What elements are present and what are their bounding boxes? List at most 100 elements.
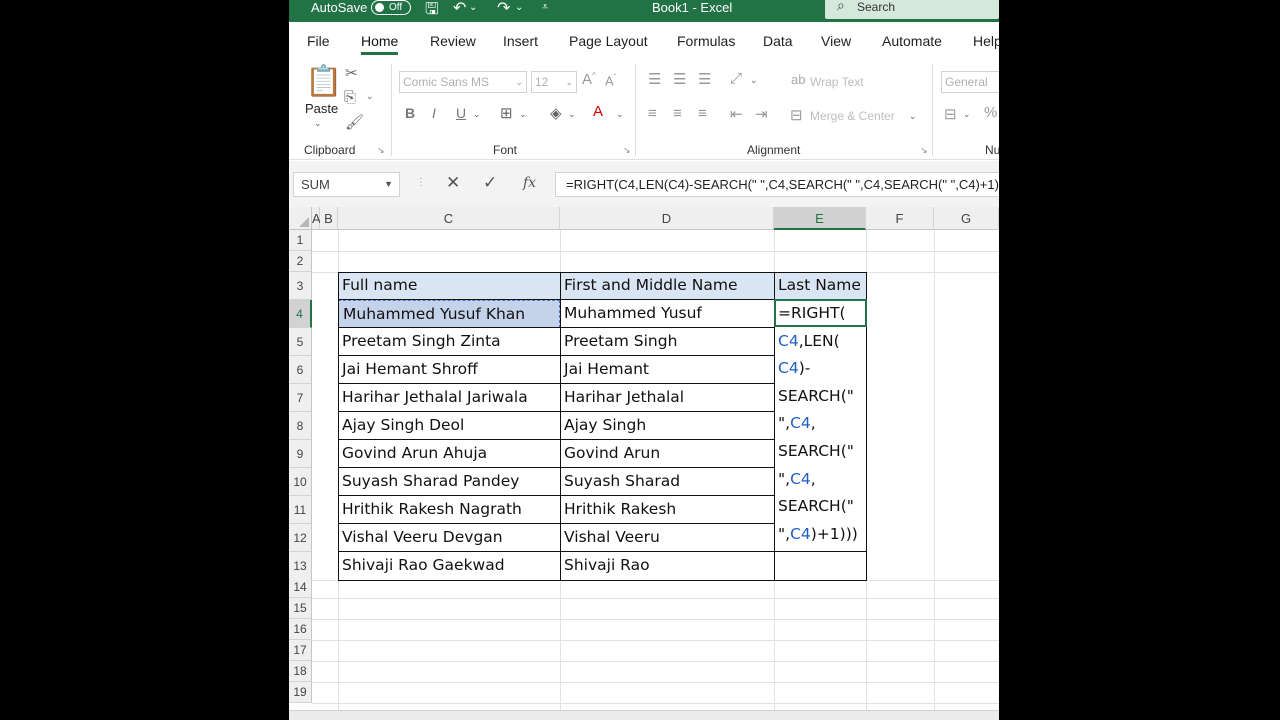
row-header-16[interactable]: 16 (289, 619, 312, 640)
cut-icon[interactable]: ✂ (345, 64, 358, 82)
undo-dropdown-icon[interactable]: ⌄ (469, 2, 477, 13)
underline-dropdown-icon[interactable]: ⌄ (473, 109, 481, 120)
cell-c11[interactable]: Hrithik Rakesh Nagrath (338, 496, 560, 524)
insert-function-icon[interactable]: fx (523, 175, 536, 191)
merge-dropdown-icon[interactable]: ⌄ (909, 111, 917, 122)
tab-page-layout[interactable]: Page Layout (569, 33, 648, 49)
tab-automate[interactable]: Automate (882, 33, 942, 49)
row-header-11[interactable]: 11 (289, 496, 312, 524)
font-size-select[interactable]: 12 ⌄ (531, 71, 577, 93)
undo-icon[interactable]: ↶ (453, 0, 466, 18)
redo-dropdown-icon[interactable]: ⌄ (515, 2, 523, 13)
row-header-7[interactable]: 7 (289, 384, 312, 412)
cell-d12[interactable]: Vishal Veeru (560, 524, 774, 552)
font-name-select[interactable]: Comic Sans MS ⌄ (399, 71, 527, 93)
align-bottom-icon[interactable]: ☰ (698, 70, 711, 88)
increase-font-icon[interactable]: A^ (582, 71, 596, 88)
wrap-text-icon[interactable]: ab (791, 72, 805, 87)
autosave-toggle[interactable]: Off (371, 0, 411, 15)
row-header-9[interactable]: 9 (289, 440, 312, 468)
column-header-b[interactable]: B (320, 207, 338, 230)
column-header-d[interactable]: D (560, 207, 774, 230)
borders-dropdown-icon[interactable]: ⌄ (519, 109, 527, 120)
tab-insert[interactable]: Insert (503, 33, 538, 49)
merge-center-icon[interactable]: ⊟ (790, 106, 803, 124)
borders-icon[interactable]: ⊞ (500, 104, 513, 122)
cell-c6[interactable]: Jai Hemant Shroff (338, 356, 560, 384)
sheet-tab-bar[interactable] (289, 710, 999, 720)
cell-c12[interactable]: Vishal Veeru Devgan (338, 524, 560, 552)
merge-center-label[interactable]: Merge & Center (810, 109, 895, 123)
row-header-12[interactable]: 12 (289, 524, 312, 552)
underline-icon[interactable]: U (456, 105, 466, 121)
bold-icon[interactable]: B (405, 105, 415, 121)
fill-dropdown-icon[interactable]: ⌄ (568, 109, 576, 120)
copy-icon[interactable]: ⎘ (344, 89, 356, 106)
copy-dropdown-icon[interactable]: ⌄ (366, 91, 374, 102)
decrease-indent-icon[interactable]: ⇤ (730, 105, 743, 123)
number-format-select[interactable]: General (941, 71, 999, 93)
row-header-8[interactable]: 8 (289, 412, 312, 440)
paste-dropdown-icon[interactable]: ⌄ (314, 118, 322, 129)
row-header-10[interactable]: 10 (289, 468, 312, 496)
cell-d7[interactable]: Harihar Jethalal (560, 384, 774, 412)
cell-d10[interactable]: Suyash Sharad (560, 468, 774, 496)
cell-d13[interactable]: Shivaji Rao (560, 552, 774, 580)
row-header-14[interactable]: 14 (289, 577, 312, 598)
cell-c8[interactable]: Ajay Singh Deol (338, 412, 560, 440)
tab-file[interactable]: File (307, 33, 330, 49)
percent-icon[interactable]: % (984, 104, 997, 121)
accounting-dropdown-icon[interactable]: ⌄ (963, 109, 971, 120)
cancel-icon[interactable]: ✕ (446, 173, 460, 193)
align-left-icon[interactable]: ≡ (648, 105, 657, 122)
row-header-3[interactable]: 3 (289, 272, 312, 300)
orientation-dropdown-icon[interactable]: ⌄ (750, 75, 758, 86)
cell-d8[interactable]: Ajay Singh (560, 412, 774, 440)
select-all-button[interactable] (289, 207, 312, 230)
row-header-18[interactable]: 18 (289, 661, 312, 682)
font-launcher-icon[interactable]: ↘ (623, 145, 631, 156)
column-header-f[interactable]: F (866, 207, 934, 230)
cell-c13[interactable]: Shivaji Rao Gaekwad (338, 552, 560, 580)
row-header-17[interactable]: 17 (289, 640, 312, 661)
italic-icon[interactable]: I (432, 105, 436, 121)
enter-icon[interactable]: ✓ (483, 173, 497, 193)
row-header-4[interactable]: 4 (289, 300, 312, 328)
tab-formulas[interactable]: Formulas (677, 33, 735, 49)
paste-label[interactable]: Paste (305, 101, 338, 116)
tab-data[interactable]: Data (763, 33, 793, 49)
cell-c10[interactable]: Suyash Sharad Pandey (338, 468, 560, 496)
cell-d4[interactable]: Muhammed Yusuf (560, 300, 774, 328)
column-header-g[interactable]: G (934, 207, 999, 230)
cell-c7[interactable]: Harihar Jethalal Jariwala (338, 384, 560, 412)
row-header-19[interactable]: 19 (289, 682, 312, 703)
accounting-format-icon[interactable]: ⊟ (944, 105, 957, 123)
redo-icon[interactable]: ↷ (497, 0, 510, 18)
font-color-dropdown-icon[interactable]: ⌄ (616, 109, 624, 120)
align-right-icon[interactable]: ≡ (698, 105, 707, 122)
font-color-icon[interactable]: A (593, 103, 603, 120)
row-header-6[interactable]: 6 (289, 356, 312, 384)
worksheet-grid[interactable]: A B C D E F G 1 2 3 4 5 6 7 8 9 10 11 12… (289, 207, 999, 720)
customize-toolbar-icon[interactable]: ⩡ (542, 1, 548, 14)
align-center-icon[interactable]: ≡ (673, 105, 682, 122)
tab-review[interactable]: Review (430, 33, 476, 49)
row-header-2[interactable]: 2 (289, 251, 312, 272)
row-header-1[interactable]: 1 (289, 230, 312, 251)
tab-help[interactable]: Help (973, 33, 999, 49)
column-header-c[interactable]: C (338, 207, 560, 230)
orientation-icon[interactable]: ⤢ (730, 70, 742, 87)
header-first-middle[interactable]: First and Middle Name (560, 272, 774, 300)
decrease-font-icon[interactable]: Aˇ (605, 73, 616, 88)
cell-c4[interactable]: Muhammed Yusuf Khan (338, 300, 560, 328)
wrap-text-label[interactable]: Wrap Text (810, 75, 864, 89)
cell-d5[interactable]: Preetam Singh (560, 328, 774, 356)
tab-home[interactable]: Home (361, 33, 399, 55)
cell-c9[interactable]: Govind Arun Ahuja (338, 440, 560, 468)
cell-d11[interactable]: Hrithik Rakesh (560, 496, 774, 524)
align-middle-icon[interactable]: ☰ (673, 70, 686, 88)
formula-input[interactable]: =RIGHT(C4,LEN(C4)-SEARCH(" ",C4,SEARCH("… (555, 172, 999, 197)
row-header-5[interactable]: 5 (289, 328, 312, 356)
row-header-15[interactable]: 15 (289, 598, 312, 619)
cell-d9[interactable]: Govind Arun (560, 440, 774, 468)
